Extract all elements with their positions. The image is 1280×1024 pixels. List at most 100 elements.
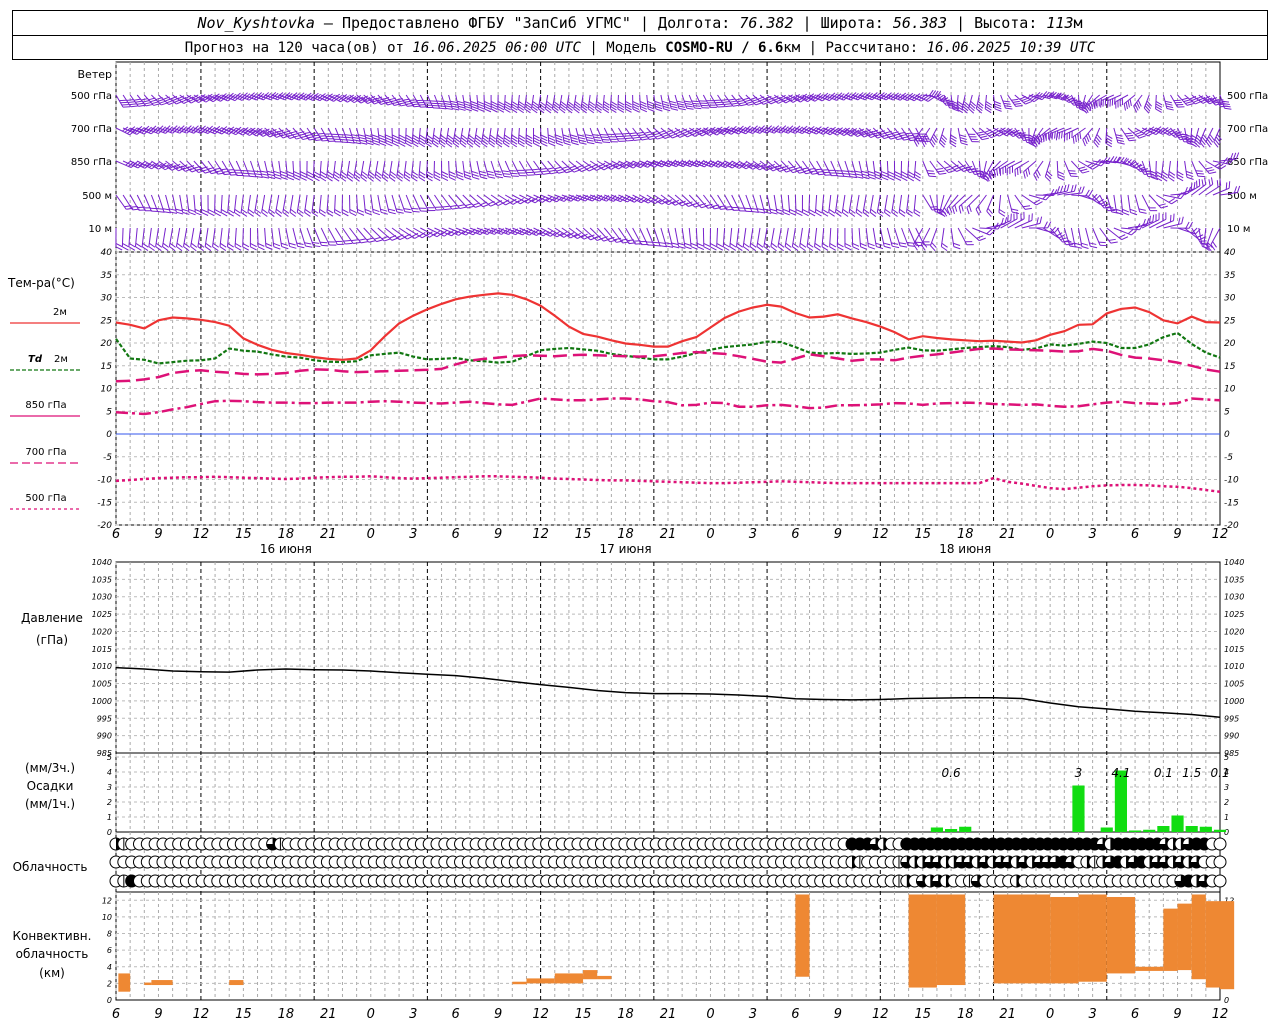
wind-barb-flag xyxy=(433,174,441,179)
wind-barb-flag xyxy=(135,242,142,248)
conv-title-2: облачность xyxy=(16,947,89,961)
wind-barb-flag xyxy=(906,212,913,217)
wind-barb-staff xyxy=(646,227,655,246)
hour-tick-label: 3 xyxy=(1088,1007,1096,1022)
wind-barb-flag xyxy=(958,206,962,214)
wind-barb-flag xyxy=(874,170,882,175)
wind-barb-flag xyxy=(814,242,822,248)
conv-cloud-bar xyxy=(554,973,584,984)
wind-barb-flag xyxy=(1129,98,1132,106)
hour-tick-label: 0 xyxy=(1046,527,1054,542)
wind-barb-flag xyxy=(433,176,441,182)
precip-tick-left: 4 xyxy=(107,768,112,777)
wind-barb-flag xyxy=(854,170,862,174)
wind-barb-flag xyxy=(799,246,806,252)
wind-barb-flag xyxy=(358,136,366,140)
wind-barb-flag xyxy=(1118,234,1126,239)
wind-barb-flag xyxy=(881,176,889,181)
wind-barb-flag xyxy=(941,246,948,252)
wind-barb-flag xyxy=(993,170,996,178)
wind-barb-flag xyxy=(392,134,399,139)
wind-barb-flag xyxy=(371,134,379,138)
wind-barb-flag xyxy=(622,132,630,135)
wind-barb-flag xyxy=(900,245,908,248)
pressure-unit: (гПа) xyxy=(36,633,68,647)
wind-barb-flag xyxy=(188,208,196,213)
precip-bar xyxy=(1129,830,1142,832)
conv-tick-left: 2 xyxy=(107,979,112,988)
wind-barb-flag xyxy=(1212,241,1217,248)
wind-barb-flag xyxy=(891,208,899,214)
wind-barb-flag xyxy=(353,139,361,142)
wind-barb-flag xyxy=(305,245,313,248)
wind-barb-flag xyxy=(126,99,134,101)
wind-barb-flag xyxy=(586,139,594,142)
wind-barb-flag xyxy=(470,103,478,107)
wind-barb-flag xyxy=(1072,136,1075,144)
wind-barb-flag xyxy=(1057,176,1065,181)
wind-barb-flag xyxy=(976,131,984,134)
wind-barb-flag xyxy=(1165,103,1173,106)
wind-barb-flag xyxy=(1060,237,1068,241)
wind-barb-flag xyxy=(669,100,677,104)
legend-t850-label: 850 гПа xyxy=(25,400,66,411)
conv-cloud-bar xyxy=(512,981,527,985)
wind-barb-flag xyxy=(133,98,141,101)
pressure-tick-right: 990 xyxy=(1224,732,1239,741)
wind-barb-flag xyxy=(1115,134,1123,137)
wind-barb-flag xyxy=(548,142,556,147)
wind-barb-flag xyxy=(1168,198,1175,203)
legend-t2m-label: 2м xyxy=(53,307,67,318)
wind-barb-flag xyxy=(1036,217,1039,225)
conv-unit: (км) xyxy=(39,966,65,980)
hour-tick-label: 3 xyxy=(1088,527,1096,542)
wind-barb-flag xyxy=(655,105,663,110)
wind-barb-flag xyxy=(558,171,566,174)
wind-barb-flag xyxy=(242,242,250,248)
wind-barb-flag xyxy=(1078,166,1086,170)
pressure-tick-left: 1020 xyxy=(92,627,112,636)
precip-bar xyxy=(1100,827,1113,832)
wind-barb-flag xyxy=(1166,108,1174,111)
wind-barb-flag xyxy=(234,212,241,217)
wind-barb-flag xyxy=(358,134,366,137)
wind-barb-flag xyxy=(844,246,852,251)
wind-barb-flag xyxy=(487,173,495,176)
wind-barb-flag xyxy=(729,246,737,251)
wind-barb-staff xyxy=(363,227,377,243)
wind-barb-flag xyxy=(247,212,254,217)
hour-tick-label: 9 xyxy=(494,1007,502,1022)
pressure-tick-right: 1030 xyxy=(1224,593,1244,602)
wind-barb-flag xyxy=(728,98,736,101)
wind-barb-flag xyxy=(1122,208,1130,213)
conv-cloud-bar xyxy=(1106,896,1136,974)
conv-tick-right: 0 xyxy=(1224,996,1229,1005)
wind-barb-flag xyxy=(960,139,968,143)
wind-barb-flag xyxy=(1036,201,1043,206)
wind-barb-flag xyxy=(349,212,357,217)
wind-barb-flag xyxy=(175,208,183,212)
precip-bar xyxy=(1199,826,1212,832)
wind-barb-staff xyxy=(292,227,298,247)
wind-barb-flag xyxy=(548,137,556,141)
hour-tick-label: 21 xyxy=(660,1007,677,1022)
wind-barb-flag xyxy=(1081,242,1089,246)
wind-barb-flag xyxy=(458,105,466,109)
precip-tick-left: 3 xyxy=(107,783,112,792)
wind-barb-flag xyxy=(321,244,329,247)
wind-barb-flag xyxy=(875,242,883,246)
temp-tick-right: -5 xyxy=(1224,453,1233,463)
wind-barb-flag xyxy=(304,212,311,217)
wind-barb-flag xyxy=(392,140,399,144)
wind-barb-flag xyxy=(1043,221,1048,229)
wind-barb-flag xyxy=(334,208,342,214)
temp-tick-left: 10 xyxy=(101,385,113,395)
wind-barb-staff xyxy=(639,227,649,246)
wind-barb-flag xyxy=(297,245,305,249)
wind-barb-flag xyxy=(128,242,136,248)
wind-barb-flag xyxy=(411,207,419,210)
hour-tick-label: 9 xyxy=(834,1007,842,1022)
wind-barb-flag xyxy=(595,141,603,144)
wind-barb-flag xyxy=(599,133,607,136)
hour-tick-label: 0 xyxy=(1046,1007,1054,1022)
